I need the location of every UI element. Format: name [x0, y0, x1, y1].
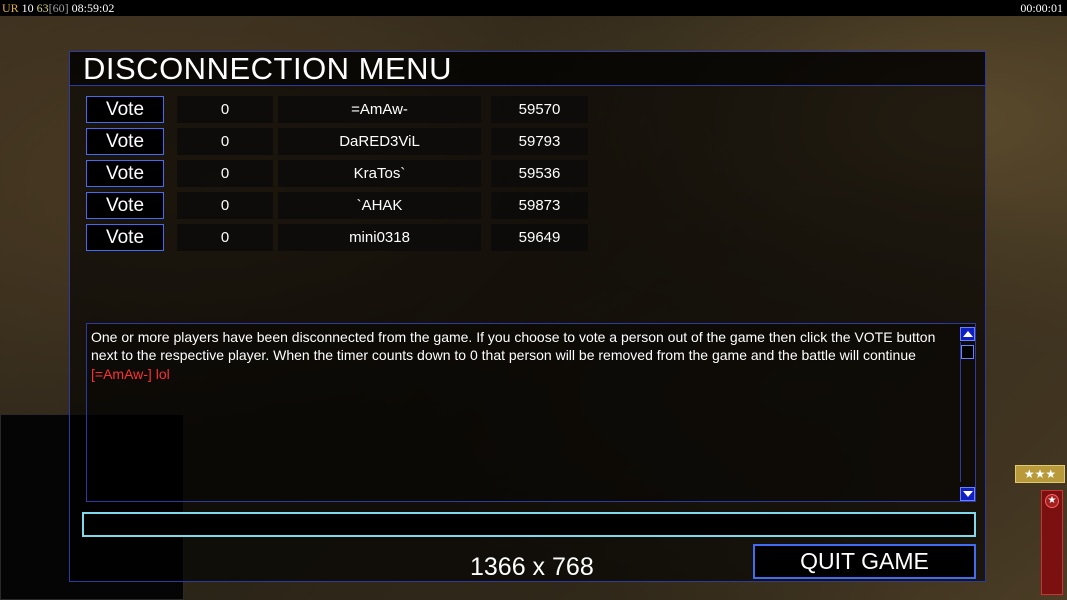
scrollbar-thumb[interactable]	[961, 345, 974, 359]
hud-clock: 08:59:02	[71, 1, 115, 15]
vote-count: 0	[177, 128, 273, 155]
hud-stats: UR 10 63[60] 08:59:02	[2, 0, 114, 16]
info-message: One or more players have been disconnect…	[91, 329, 936, 363]
player-timer: 59570	[491, 96, 588, 123]
resolution-label: 1366 x 768	[470, 553, 594, 581]
hud-fps-extra: 63	[36, 1, 49, 15]
general-powers-strip[interactable]: ★	[1041, 490, 1063, 595]
chat-message: [=AmAw-] lol	[91, 366, 170, 382]
vote-button[interactable]: Vote	[86, 192, 164, 219]
player-timer: 59536	[491, 160, 588, 187]
player-timer: 59873	[491, 192, 588, 219]
star-icon: ★	[1045, 494, 1059, 508]
scrollbar-track[interactable]	[960, 342, 975, 482]
vote-button[interactable]: Vote	[86, 160, 164, 187]
chat-log[interactable]: One or more players have been disconnect…	[86, 323, 976, 502]
disconnection-menu: DISCONNECTION MENU Vote 0 =AmAw- 59570 V…	[69, 51, 986, 582]
vote-button[interactable]: Vote	[86, 224, 164, 251]
player-name: =AmAw-	[278, 96, 481, 123]
hud-topbar: UR 10 63[60] 08:59:02 00:00:01	[0, 0, 1067, 16]
quit-game-button[interactable]: QUIT GAME	[753, 544, 976, 579]
vote-count: 0	[177, 160, 273, 187]
vote-count: 0	[177, 96, 273, 123]
player-name: mini0318	[278, 224, 481, 251]
arrow-down-icon[interactable]	[960, 487, 975, 501]
hud-faction: UR	[2, 1, 19, 15]
vote-button[interactable]: Vote	[86, 128, 164, 155]
vote-button[interactable]: Vote	[86, 96, 164, 123]
hud-fps: 10	[21, 1, 34, 15]
player-timer: 59793	[491, 128, 588, 155]
rank-stars-icon: ★★★	[1015, 465, 1065, 483]
dialog-title: DISCONNECTION MENU	[83, 51, 452, 86]
player-name: KraTos`	[278, 160, 481, 187]
player-name: DaRED3ViL	[278, 128, 481, 155]
vote-count: 0	[177, 224, 273, 251]
player-timer: 59649	[491, 224, 588, 251]
player-name: `AHAK	[278, 192, 481, 219]
vote-count: 0	[177, 192, 273, 219]
chat-input[interactable]	[82, 512, 976, 537]
hud-fps-cap: [60]	[48, 1, 69, 15]
game-timer: 00:00:01	[1020, 1, 1063, 15]
chat-text: One or more players have been disconnect…	[91, 328, 953, 383]
title-bar: DISCONNECTION MENU	[70, 52, 985, 86]
arrow-up-icon[interactable]	[960, 327, 975, 341]
